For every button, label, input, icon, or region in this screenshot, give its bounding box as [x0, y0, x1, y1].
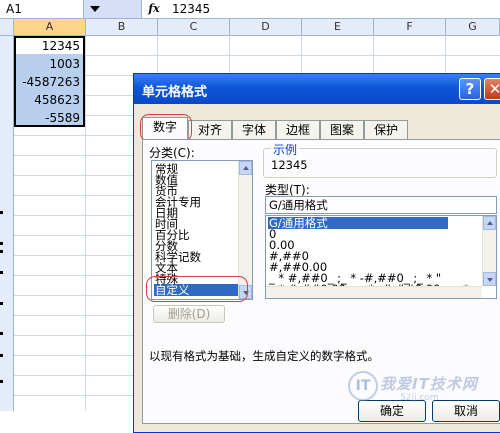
chevron-down-icon: [243, 291, 249, 295]
row-marker: [0, 242, 3, 245]
name-box[interactable]: A1: [0, 0, 84, 18]
fx-function-icon[interactable]: fx: [142, 0, 166, 18]
category-item-selected[interactable]: 自定义: [154, 284, 238, 296]
row-marker: [0, 271, 3, 274]
column-header-row: A B C D E F G: [0, 19, 500, 36]
type-list[interactable]: G/通用格式 0 0.00 #,##0 #,##0.00 _ * #,##0_ …: [265, 215, 497, 299]
chevron-up-icon: [243, 166, 249, 170]
scroll-down-arrow[interactable]: [483, 272, 496, 286]
tab-protection[interactable]: 保护: [364, 120, 408, 139]
type-vscrollbar[interactable]: [482, 216, 496, 286]
tab-font[interactable]: 字体: [232, 120, 276, 139]
tab-alignment[interactable]: 对齐: [188, 120, 232, 139]
formula-bar: A1 fx 12345: [0, 0, 500, 19]
type-item-selected[interactable]: G/通用格式: [268, 217, 448, 229]
cell-a2[interactable]: 1003: [14, 55, 84, 73]
row-marker: [0, 211, 3, 214]
chevron-up-icon: [487, 221, 493, 225]
cell-a3[interactable]: -4587263: [14, 73, 84, 91]
type-hscrollbar[interactable]: [266, 286, 482, 298]
select-all-corner[interactable]: [0, 19, 14, 35]
tab-border[interactable]: 边框: [276, 120, 320, 139]
dialog-title: 单元格格式: [142, 85, 208, 100]
scroll-down-arrow[interactable]: [239, 285, 252, 299]
ok-button[interactable]: 确定: [358, 400, 426, 422]
column-header-b[interactable]: B: [86, 19, 158, 35]
row-marker: [0, 332, 3, 335]
formula-input[interactable]: 12345: [172, 0, 210, 18]
category-list[interactable]: 常规 数值 货币 会计专用 日期 时间 百分比 分数 科学记数 文本 特殊 自定…: [151, 160, 253, 300]
category-label: 分类(C):: [149, 146, 195, 160]
column-header-g[interactable]: G: [446, 19, 500, 35]
column-header-a[interactable]: A: [14, 19, 86, 35]
row-marker: [0, 380, 3, 383]
sample-label: 示例: [271, 141, 300, 158]
row-marker: [0, 302, 3, 305]
row-marker: [0, 354, 3, 357]
row-marker: [0, 250, 3, 253]
cell-a1[interactable]: 12345: [14, 37, 84, 55]
tab-number[interactable]: 数字: [142, 117, 188, 140]
chevron-down-icon: [487, 278, 493, 282]
scroll-up-arrow[interactable]: [239, 161, 252, 175]
column-header-f[interactable]: F: [374, 19, 446, 35]
row-header-strip[interactable]: [0, 36, 14, 411]
format-description: 以现有格式为基础，生成自定义的数字格式。: [149, 349, 379, 363]
type-input[interactable]: G/通用格式: [265, 196, 497, 214]
column-header-e[interactable]: E: [302, 19, 374, 35]
scroll-up-arrow[interactable]: [483, 216, 496, 230]
cell-a4[interactable]: 458623: [14, 91, 84, 109]
close-icon[interactable]: ✕: [484, 78, 500, 100]
column-header-d[interactable]: D: [230, 19, 302, 35]
chevron-down-icon: [90, 6, 100, 12]
sample-value: 12345: [271, 158, 308, 172]
cancel-button[interactable]: 取消: [432, 400, 500, 422]
delete-button[interactable]: 删除(D): [153, 305, 225, 323]
category-scrollbar[interactable]: [238, 161, 252, 299]
dialog-titlebar[interactable]: 单元格格式 ? ✕: [134, 74, 500, 104]
tab-patterns[interactable]: 图案: [320, 120, 364, 139]
column-header-c[interactable]: C: [158, 19, 230, 35]
name-box-dropdown[interactable]: [84, 0, 142, 18]
help-icon[interactable]: ?: [459, 78, 481, 100]
format-cells-dialog: 单元格格式 ? ✕ 数字 对齐 字体 边框 图案 保护 分类(C): 常规 数值…: [133, 73, 500, 433]
cell-a5[interactable]: -5589: [14, 109, 84, 127]
number-tab-panel: 分类(C): 常规 数值 货币 会计专用 日期 时间 百分比 分数 科学记数 文…: [142, 139, 500, 424]
